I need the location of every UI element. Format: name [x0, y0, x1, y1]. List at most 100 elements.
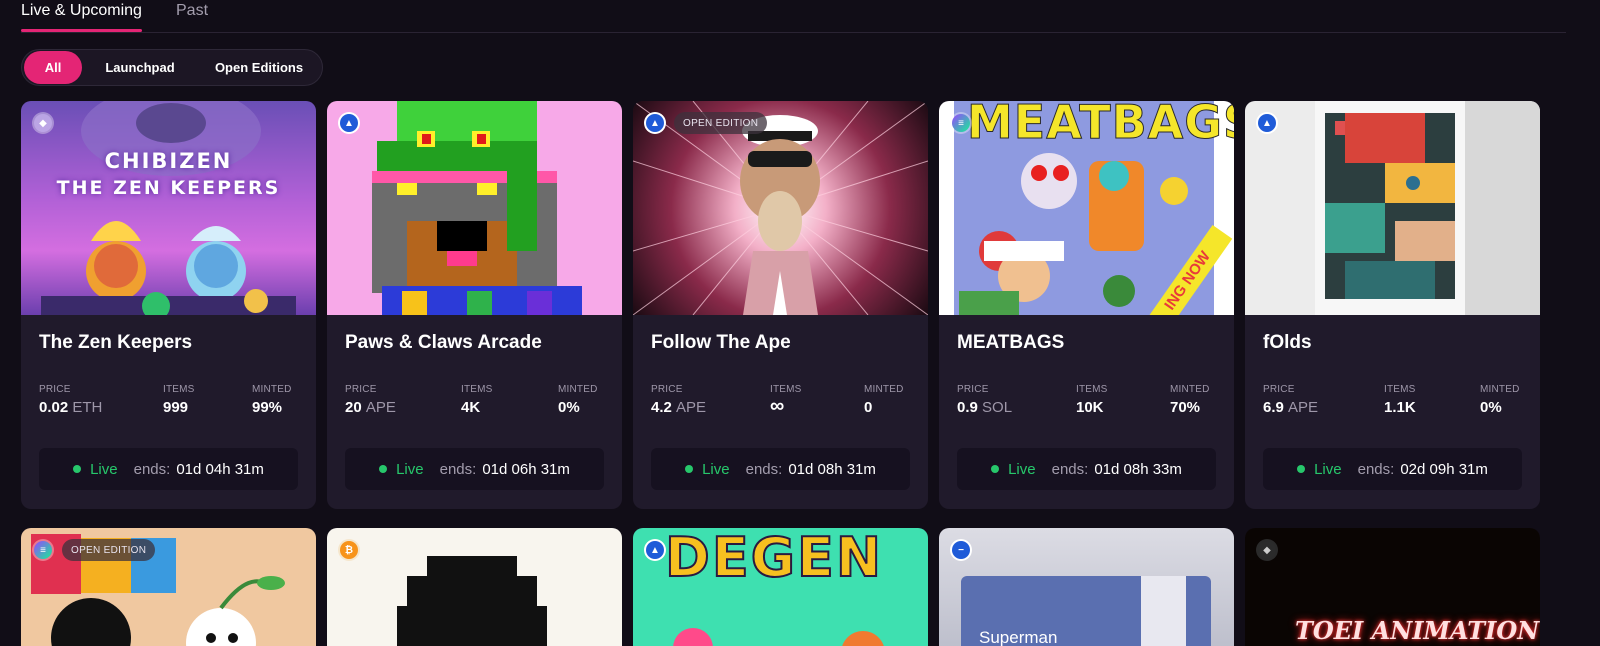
ends-countdown: 01d 06h 31m [482, 460, 570, 478]
price-value: 4.2 APE [651, 399, 707, 416]
filter-all-button[interactable]: All [24, 51, 82, 84]
collection-artwork: ▲ OPEN EDITION [633, 101, 928, 315]
filter-open-editions-button[interactable]: Open Editions [198, 51, 320, 84]
collection-artwork: TOEI ANIMATION ◆ [1245, 528, 1540, 646]
collection-artwork: Superman − [939, 528, 1234, 646]
items-value: ∞ [770, 395, 785, 417]
minted-label: MINTED [1480, 384, 1520, 395]
card-title: Follow The Ape [651, 332, 791, 353]
ticket-text: Superman [979, 628, 1058, 646]
live-indicator-icon [1297, 465, 1306, 473]
card-title: Paws & Claws Arcade [345, 332, 542, 353]
price-label: PRICE [651, 384, 683, 395]
status-bar: Live ends: 02d 09h 31m [1263, 448, 1522, 490]
apechain-icon: ▲ [644, 112, 666, 134]
ethereum-icon: ◆ [1256, 539, 1278, 561]
price-value: 0.02 ETH [39, 399, 103, 416]
status-text: Live [1314, 460, 1342, 478]
items-value: 10K [1076, 399, 1104, 416]
collection-artwork: ≡ OPEN EDITION [21, 528, 316, 646]
price-label: PRICE [957, 384, 989, 395]
minted-label: MINTED [1170, 384, 1210, 395]
bitcoin-icon: ₿ [338, 539, 360, 561]
tab-past[interactable]: Past [176, 2, 208, 20]
status-text: Live [396, 460, 424, 478]
collection-card-paws-claws[interactable]: ▲ Paws & Claws Arcade PRICE 20 APE ITEMS… [327, 101, 622, 509]
status-bar: Live ends: 01d 08h 33m [957, 448, 1216, 490]
collection-artwork: MEATBAGS ING NOW ≡ [939, 101, 1234, 315]
paws-claws-art [372, 101, 582, 315]
row2-3-art [673, 628, 884, 646]
status-text: Live [702, 460, 730, 478]
collection-card-zen-keepers[interactable]: CHIBIZEN THE ZEN KEEPERS ◆ The Zen Keepe… [21, 101, 316, 509]
art-title: MEATBAGS [966, 101, 1234, 150]
card-title: MEATBAGS [957, 332, 1065, 353]
ends-countdown: 01d 08h 31m [788, 460, 876, 478]
items-label: ITEMS [1076, 384, 1108, 395]
collection-card-row2-5[interactable]: TOEI ANIMATION ◆ [1245, 528, 1540, 646]
collection-card-meatbags[interactable]: MEATBAGS ING NOW ≡ MEATBAGS PRICE 0.9 SO… [939, 101, 1234, 509]
filter-pill-group: All Launchpad Open Editions [21, 49, 323, 86]
minted-label: MINTED [252, 384, 292, 395]
solana-icon: ≡ [950, 112, 972, 134]
ends-label: ends: [439, 460, 477, 478]
collection-artwork: ▲ [327, 101, 622, 315]
price-label: PRICE [1263, 384, 1295, 395]
live-indicator-icon [991, 465, 1000, 473]
collection-artwork: ▲ [1245, 101, 1540, 315]
art-title: TOEI ANIMATION [1295, 616, 1540, 645]
collection-card-row2-3[interactable]: DEGEN ▲ [633, 528, 928, 646]
collection-card-folds[interactable]: ▲ fOlds PRICE 6.9 APE ITEMS 1.1K MINTED … [1245, 101, 1540, 509]
price-label: PRICE [39, 384, 71, 395]
ends-label: ends: [133, 460, 171, 478]
solana-icon: ≡ [32, 539, 54, 561]
currency-label: APE [676, 399, 707, 416]
apechain-icon: ▲ [338, 112, 360, 134]
ends-countdown: 01d 04h 31m [176, 460, 264, 478]
status-bar: Live ends: 01d 06h 31m [345, 448, 604, 490]
apechain-icon: ▲ [644, 539, 666, 561]
status-bar: Live ends: 01d 08h 31m [651, 448, 910, 490]
tab-live-upcoming[interactable]: Live & Upcoming [21, 2, 142, 32]
currency-label: ETH [72, 399, 103, 416]
items-label: ITEMS [770, 384, 802, 395]
card-title: The Zen Keepers [39, 332, 193, 353]
items-value: 1.1K [1384, 399, 1416, 416]
ticket-stub [1141, 576, 1186, 646]
card-title: fOlds [1263, 332, 1312, 353]
collection-artwork: DEGEN ▲ [633, 528, 928, 646]
zen-keepers-art [41, 101, 296, 315]
collection-card-row2-4[interactable]: Superman − [939, 528, 1234, 646]
live-indicator-icon [685, 465, 694, 473]
filter-launchpad-button[interactable]: Launchpad [82, 51, 198, 84]
collection-card-row2-2[interactable]: ₿ [327, 528, 622, 646]
currency-label: APE [1288, 399, 1319, 416]
ends-countdown: 01d 08h 33m [1094, 460, 1182, 478]
currency-label: APE [365, 399, 396, 416]
art-title-line2: THE ZEN KEEPERS [56, 177, 281, 199]
minted-label: MINTED [864, 384, 904, 395]
row2-2-art [397, 556, 547, 646]
collection-card-row2-1[interactable]: ≡ OPEN EDITION [21, 528, 316, 646]
items-label: ITEMS [461, 384, 493, 395]
minted-value: 0% [558, 399, 580, 416]
ends-label: ends: [745, 460, 783, 478]
ends-label: ends: [1051, 460, 1089, 478]
collection-artwork: CHIBIZEN THE ZEN KEEPERS ◆ [21, 101, 316, 315]
minted-label: MINTED [558, 384, 598, 395]
price-value: 20 APE [345, 399, 396, 416]
minted-value: 0 [864, 399, 873, 416]
minted-value: 70% [1170, 399, 1201, 416]
art-title-line1: CHIBIZEN [104, 149, 233, 173]
collection-artwork: ₿ [327, 528, 622, 646]
collection-card-follow-the-ape[interactable]: ▲ OPEN EDITION Follow The Ape PRICE 4.2 … [633, 101, 928, 509]
live-indicator-icon [73, 465, 82, 473]
status-text: Live [90, 460, 118, 478]
open-edition-badge: OPEN EDITION [62, 539, 156, 561]
eth-icon: ◆ [32, 112, 54, 134]
status-bar: Live ends: 01d 04h 31m [39, 448, 298, 490]
items-label: ITEMS [1384, 384, 1416, 395]
price-value: 6.9 APE [1263, 399, 1319, 416]
status-text: Live [1008, 460, 1036, 478]
items-label: ITEMS [163, 384, 195, 395]
